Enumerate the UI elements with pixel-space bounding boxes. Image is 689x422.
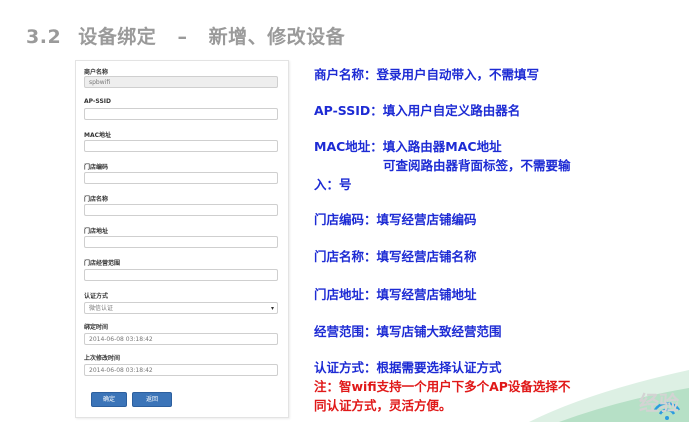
store-code-label: 门店编码 [84, 164, 109, 171]
note-ssid: AP-SSID：填入用户自定义路由器名 [314, 103, 521, 118]
watermark-text: 经验 [639, 391, 679, 415]
title-sub: 新增、修改设备 [208, 26, 346, 48]
store-name-input[interactable] [84, 204, 278, 216]
note-mac-line1: MAC地址：填入路由器MAC地址 [314, 139, 502, 154]
note-mac-line3: 入：号 [314, 177, 352, 192]
note-warn-line2: 同认证方式，灵活方便。 [314, 398, 452, 413]
back-button[interactable]: 返回 [132, 392, 172, 407]
title-dash: – [177, 26, 188, 48]
note-auth: 认证方式：根据需要选择认证方式 [314, 360, 502, 375]
ssid-input[interactable] [84, 108, 278, 120]
store-name-label: 门店名称 [84, 196, 109, 203]
auth-select-value: 微信认证 [89, 305, 114, 312]
modify-time-input[interactable]: 2014-06-08 03:18:42 [84, 364, 278, 376]
slide-title: 3.2 设备绑定 – 新增、修改设备 [26, 22, 345, 49]
store-code-input[interactable] [84, 172, 278, 184]
modify-time-label: 上次修改时间 [84, 355, 121, 362]
note-store-code: 门店编码：填写经营店铺编码 [314, 212, 477, 227]
mac-input[interactable] [84, 140, 278, 152]
ssid-label: AP-SSID [84, 98, 112, 105]
title-main: 设备绑定 [78, 26, 157, 48]
device-form-panel: 商户名称 spbwifi AP-SSID MAC地址 门店编码 门店名称 门店地… [75, 60, 289, 418]
mac-label: MAC地址 [84, 132, 112, 139]
store-addr-label: 门店地址 [84, 228, 109, 235]
ok-button[interactable]: 确定 [91, 392, 127, 407]
note-store-addr: 门店地址：填写经营店铺地址 [314, 287, 477, 302]
merchant-label: 商户名称 [84, 69, 109, 76]
note-merchant: 商户名称：登录用户自动带入，不需填写 [314, 67, 540, 82]
merchant-input[interactable]: spbwifi [84, 76, 278, 88]
note-store-name: 门店名称：填写经营店铺名称 [314, 249, 477, 264]
title-number: 3.2 [26, 26, 62, 48]
store-addr-input[interactable] [84, 236, 278, 248]
bind-time-input[interactable]: 2014-06-08 03:18:42 [84, 333, 278, 345]
auth-select[interactable]: 微信认证 ▾ [84, 302, 278, 314]
auth-label: 认证方式 [84, 293, 109, 300]
note-mac-line2: 可查阅路由器背面标签，不需要输 [383, 158, 571, 173]
caret-down-icon: ▾ [270, 305, 274, 312]
bind-time-label: 绑定时间 [84, 324, 109, 331]
note-scope: 经营范围：填写店铺大致经营范围 [314, 324, 502, 339]
store-scope-label: 门店经营范围 [84, 260, 121, 267]
store-scope-input[interactable] [84, 269, 278, 281]
